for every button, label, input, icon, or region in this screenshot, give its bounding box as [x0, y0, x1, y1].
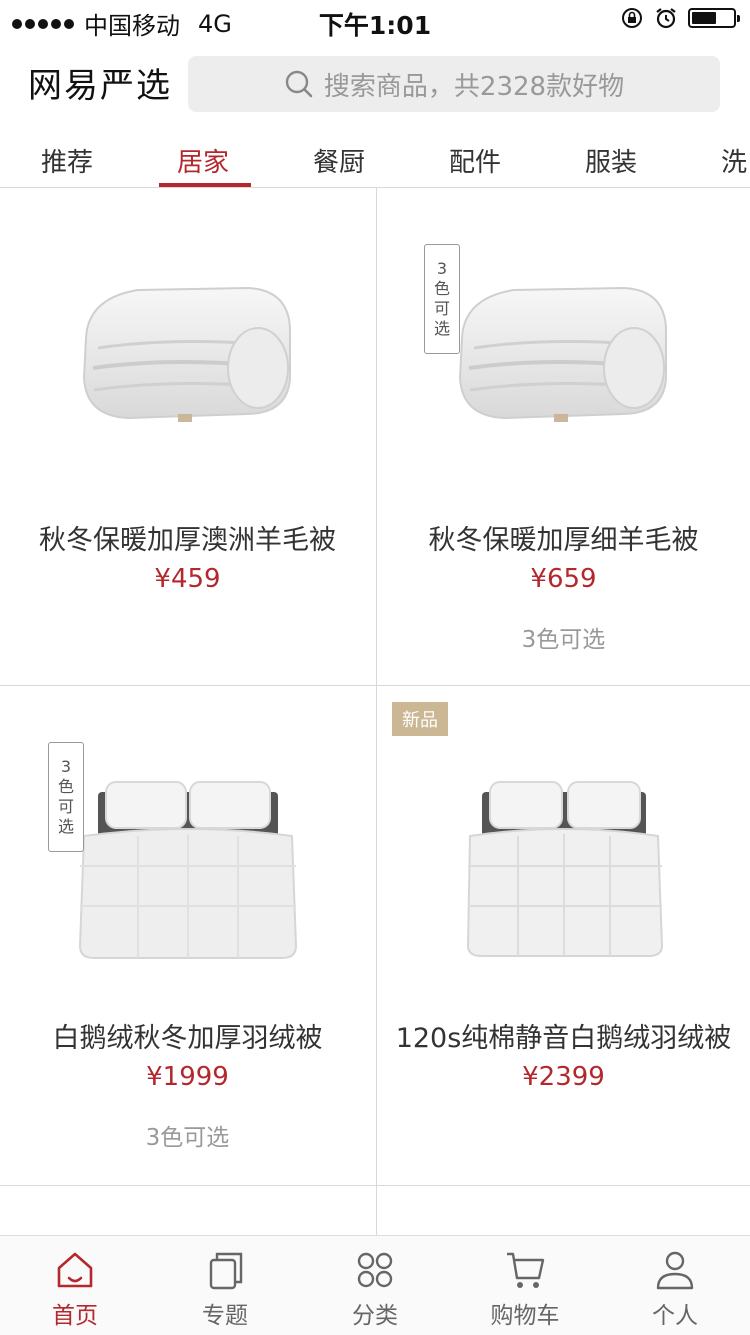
product-image-folded-comforter: [82, 286, 291, 422]
battery-icon: [688, 8, 740, 28]
tabbar-label: 首页: [52, 1303, 98, 1329]
header: 网易严选 搜索商品，共2328款好物: [0, 40, 750, 128]
category-icon: [357, 1252, 393, 1288]
product-image-folded-comforter: [458, 286, 667, 422]
tabbar-item-home[interactable]: 首页: [0, 1236, 150, 1335]
status-right: [620, 6, 740, 30]
tag-char: 可: [57, 797, 74, 816]
active-tab-indicator: [159, 183, 251, 187]
product-card[interactable]: 3 色 可 选 白鹅绒秋冬加厚羽绒被 ¥1999 3色可选: [0, 686, 375, 1183]
product-name: 白鹅绒秋冬加厚羽绒被: [52, 1023, 323, 1054]
product-price: ¥659: [530, 564, 597, 594]
product-name: 秋冬保暖加厚细羊毛被: [428, 525, 699, 556]
tabbar-item-profile[interactable]: 个人: [600, 1236, 750, 1335]
tag-char: 可: [433, 299, 450, 318]
rotation-lock-icon: [622, 8, 642, 28]
tab-home-living[interactable]: 居家: [177, 142, 229, 179]
new-product-badge: 新品: [392, 702, 448, 736]
home-icon: [57, 1252, 93, 1288]
person-icon: [656, 1251, 694, 1290]
search-placeholder: 搜索商品，共2328款好物: [323, 71, 625, 102]
tabbar-label: 分类: [352, 1303, 398, 1329]
tab-accessories[interactable]: 配件: [449, 142, 501, 179]
bottom-tab-bar: 首页 专题 分类 购物车 个人: [0, 1235, 750, 1335]
product-name: 秋冬保暖加厚澳洲羊毛被: [39, 525, 336, 556]
product-card[interactable]: 3 色 可 选 秋冬保暖加厚细羊毛被 ¥659 3色可选: [376, 188, 750, 685]
search-bar[interactable]: 搜索商品，共2328款好物: [188, 56, 720, 112]
tag-char: 选: [433, 319, 450, 338]
product-name: 120s纯棉静音白鹅绒羽绒被: [395, 1023, 732, 1054]
grid-divider-horizontal: [0, 1185, 750, 1186]
status-bar: 中国移动 4G 下午1:01: [0, 0, 750, 40]
tag-char: 色: [57, 777, 74, 796]
product-color-note: 3色可选: [521, 627, 606, 653]
product-price: ¥1999: [146, 1062, 229, 1092]
tabbar-item-topics[interactable]: 专题: [150, 1236, 300, 1335]
color-options-tag: 3 色 可 选: [424, 244, 460, 354]
tag-char: 3: [60, 757, 72, 776]
topic-icon: [209, 1252, 243, 1290]
product-color-note: 3色可选: [145, 1125, 230, 1151]
tab-wash[interactable]: 洗: [721, 142, 747, 179]
tag-char: 3: [436, 259, 448, 278]
tab-recommend[interactable]: 推荐: [41, 142, 93, 179]
tabbar-label: 购物车: [490, 1303, 560, 1329]
tabbar-item-category[interactable]: 分类: [300, 1236, 450, 1335]
product-grid: 秋冬保暖加厚澳洲羊毛被 ¥459 3 色 可 选 秋冬保暖加厚细羊毛被 ¥659…: [0, 188, 750, 1235]
tag-char: 选: [57, 817, 74, 836]
tag-char: 色: [433, 279, 450, 298]
tab-kitchen[interactable]: 餐厨: [313, 142, 365, 179]
cart-icon: [507, 1252, 545, 1288]
tabbar-item-cart[interactable]: 购物车: [450, 1236, 600, 1335]
product-price: ¥459: [154, 564, 221, 594]
tab-clothing[interactable]: 服装: [585, 142, 637, 179]
product-image-bed-duvet: [78, 781, 297, 959]
tabbar-label: 专题: [202, 1303, 248, 1329]
app-logo: 网易严选: [28, 66, 172, 106]
tabbar-label: 个人: [652, 1303, 698, 1329]
product-image-bed-duvet: [466, 781, 663, 957]
product-card[interactable]: 秋冬保暖加厚澳洲羊毛被 ¥459: [0, 188, 375, 685]
category-tabs: 推荐 居家 餐厨 配件 服装 洗: [0, 128, 750, 188]
search-icon: [285, 70, 313, 98]
product-price: ¥2399: [522, 1062, 605, 1092]
product-card[interactable]: 新品 120s纯棉静音白鹅绒羽绒被 ¥2399: [376, 686, 750, 1183]
color-options-tag: 3 色 可 选: [48, 742, 84, 852]
alarm-icon: [656, 8, 676, 29]
